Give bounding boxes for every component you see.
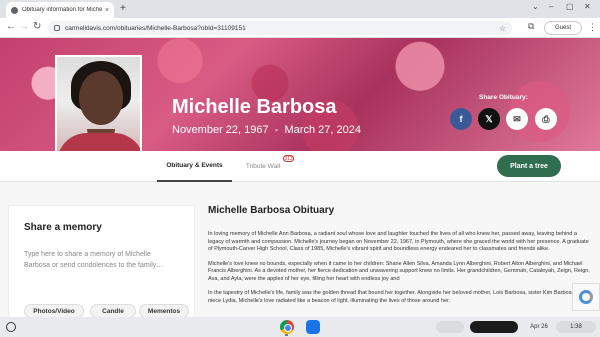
site-info-icon[interactable] [54, 25, 60, 31]
obituary-tabs: Obituary & Events Tribute Wall 313 Plant… [0, 151, 600, 182]
browser-tab[interactable]: Obituary information for Miche × [6, 2, 114, 18]
browser-toolbar: ← → ↻ carmelldavis.com/obituaries/Michel… [0, 18, 600, 38]
browser-menu-icon[interactable]: ⋮ [588, 22, 597, 33]
memory-input[interactable]: Type here to share a memory of Michelle … [24, 249, 174, 271]
plant-tree-label: Plant a tree [510, 162, 548, 170]
email-icon[interactable]: ✉ [506, 108, 528, 130]
obituary-paragraph: Michelle's love knew no bounds, especial… [208, 260, 590, 282]
obituary-paragraph: In the tapestry of Michelle's life, fami… [208, 290, 587, 304]
browser-tabstrip: Obituary information for Miche × + ⌄ – ▢… [0, 0, 600, 18]
status-tray[interactable]: 1:38 [556, 321, 596, 333]
media-tray[interactable] [470, 321, 518, 333]
launcher-icon[interactable] [6, 322, 16, 332]
tab-tribute-wall[interactable]: Tribute Wall [240, 151, 286, 182]
forward-arrow-icon[interactable]: → [19, 21, 29, 32]
share-label: Share Obituary: [479, 94, 528, 101]
files-app-icon[interactable] [306, 320, 320, 334]
minimize-button[interactable]: – [549, 2, 553, 11]
mementos-button[interactable]: Mementos [139, 304, 189, 317]
chrome-app-icon[interactable] [280, 320, 294, 334]
deceased-name: Michelle Barbosa [172, 96, 337, 118]
mementos-label: Mementos [147, 307, 181, 315]
recaptcha-badge[interactable] [572, 283, 600, 311]
address-bar[interactable]: carmelldavis.com/obituaries/Michelle-Bar… [48, 21, 512, 35]
photos-video-label: Photos/Video [33, 307, 75, 315]
tab-search-chevron-icon[interactable]: ⌄ [532, 2, 539, 11]
candle-button[interactable]: Candle [90, 304, 136, 317]
share-memory-card: Share a memory Type here to share a memo… [8, 205, 195, 317]
site-favicon-icon [11, 6, 18, 14]
url-text: carmelldavis.com/obituaries/Michelle-Bar… [65, 24, 246, 32]
running-indicator [285, 334, 288, 336]
browser-tab-title: Obituary information for Miche [22, 7, 102, 13]
plant-tree-button[interactable]: Plant a tree [497, 155, 561, 177]
tab-obituary-events[interactable]: Obituary & Events [157, 151, 232, 182]
date-text: Apr 26 [530, 324, 548, 330]
candle-label: Candle [102, 307, 124, 315]
tab-tribute-wall-label: Tribute Wall [245, 163, 281, 170]
new-tab-button[interactable]: + [120, 3, 126, 14]
photos-video-button[interactable]: Photos/Video [24, 304, 84, 317]
os-shelf: Apr 26 1:38 [0, 317, 600, 337]
tab-close-icon[interactable]: × [105, 7, 109, 14]
clock-text: 1:38 [570, 324, 582, 330]
bookmark-star-icon[interactable]: ☆ [499, 24, 506, 33]
x-icon[interactable]: 𝕏 [478, 108, 500, 130]
tray-apps-icon[interactable] [436, 321, 464, 333]
maximize-button[interactable]: ▢ [566, 2, 574, 11]
facebook-icon[interactable]: f [450, 108, 472, 130]
page-content: Michelle Barbosa November 22, 1967 - Mar… [0, 38, 600, 317]
cast-icon[interactable]: ⧉ [528, 21, 534, 32]
obituary-article: Michelle Barbosa Obituary In loving memo… [208, 205, 594, 312]
recaptcha-icon [579, 290, 593, 304]
profile-label: Guest [554, 25, 571, 31]
share-memory-title: Share a memory [24, 222, 102, 233]
life-dates: November 22, 1967 - March 27, 2024 [172, 124, 361, 136]
obituary-title: Michelle Barbosa Obituary [208, 205, 335, 216]
obituary-paragraph: In loving memory of Michelle Ann Barbosa… [208, 231, 589, 252]
print-icon[interactable]: ⎙ [535, 108, 557, 130]
back-arrow-icon[interactable]: ← [6, 21, 16, 32]
profile-button[interactable]: Guest [544, 21, 582, 35]
portrait-face [79, 71, 123, 125]
date-display[interactable]: Apr 26 [526, 321, 552, 333]
tribute-count-badge: 313 [283, 155, 294, 162]
reload-icon[interactable]: ↻ [33, 21, 41, 32]
tab-obituary-events-label: Obituary & Events [166, 162, 223, 169]
close-window-button[interactable]: ✕ [584, 2, 591, 11]
